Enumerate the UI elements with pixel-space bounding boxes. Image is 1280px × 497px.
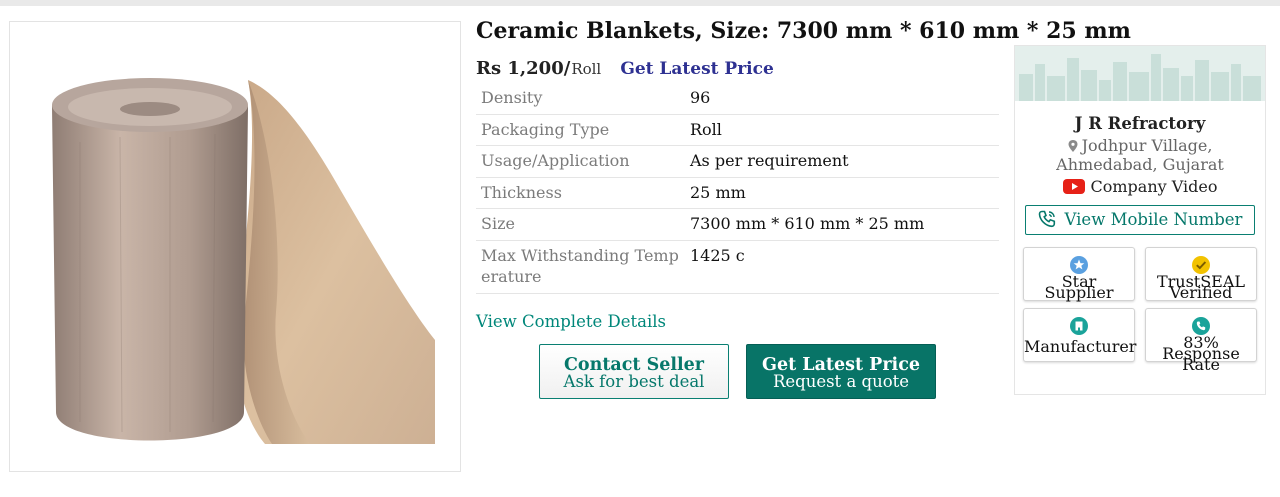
get-latest-price-button[interactable]: Get Latest Price Request a quote [746,344,936,399]
company-location: Jodhpur Village, Ahmedabad, Gujarat [1015,136,1265,174]
table-row: Density 96 [476,83,999,115]
ceramic-blanket-roll-photo [52,78,435,444]
badge-response-rate[interactable]: 83% Response Rate [1145,308,1257,373]
view-mobile-number-button[interactable]: View Mobile Number [1025,205,1255,235]
table-row: Thickness 25 mm [476,177,999,209]
company-video-label: Company Video [1090,177,1218,196]
spec-label-packaging-type: Packaging Type [476,114,685,146]
phone-call-icon [1038,210,1055,228]
spec-label-usage-application: Usage/Application [476,145,685,178]
location-pin-icon [1068,140,1078,152]
table-row: Packaging Type Roll [476,114,999,146]
price-amount: Rs 1,200/ [476,58,571,79]
top-bar [0,0,1280,6]
badge-star-supplier[interactable]: Star Supplier [1023,247,1135,301]
badge-manufacturer[interactable]: Manufacturer [1023,308,1137,362]
spec-value-size: 7300 mm * 610 mm * 25 mm [685,208,999,241]
seller-banner-skyline [1015,46,1265,101]
table-row: Size 7300 mm * 610 mm * 25 mm [476,208,999,241]
view-complete-details-link[interactable]: View Complete Details [476,312,666,331]
spec-label-thickness: Thickness [476,177,685,209]
product-image[interactable] [9,21,461,472]
spec-label-max-withstanding-temperature: Max Withstanding Temp erature [476,240,685,294]
badge-manufacturer-line1: Manufacturer [1024,337,1137,356]
contact-seller-button[interactable]: Contact Seller Ask for best deal [539,344,729,399]
spec-value-packaging-type: Roll [685,114,999,146]
location-line-1: Jodhpur Village, [1081,136,1213,155]
location-line-2: Ahmedabad, Gujarat [1056,155,1224,174]
product-title: Ceramic Blankets, Size: 7300 mm * 610 mm… [476,18,1131,44]
spec-label-density: Density [476,83,685,115]
youtube-icon [1062,179,1085,194]
seller-card: J R Refractory Jodhpur Village, Ahmedaba… [1014,45,1266,395]
spec-value-usage-application: As per requirement [685,145,999,178]
spec-value-thickness: 25 mm [685,177,999,209]
badge-star-line2: Supplier [1044,283,1114,302]
factory-icon [1070,317,1088,335]
spec-label-size: Size [476,208,685,241]
view-mobile-number-label: View Mobile Number [1064,210,1243,229]
get-latest-price-link[interactable]: Get Latest Price [620,59,773,79]
price-unit: Roll [571,60,602,78]
spec-label-part-continued: erature [481,267,542,286]
contact-seller-sublabel: Ask for best deal [563,372,705,391]
spec-value-max-withstanding-temperature: 1425 c [685,240,999,294]
company-name[interactable]: J R Refractory [1015,114,1265,133]
get-latest-price-sublabel: Request a quote [772,372,910,391]
badge-trustseal-verified[interactable]: TrustSEAL Verified [1145,247,1257,301]
table-row: Max Withstanding Temp erature 1425 c [476,240,999,294]
spec-value-density: 96 [685,83,999,115]
company-video-link[interactable]: Company Video [1015,177,1265,196]
table-row: Usage/Application As per requirement [476,145,999,178]
price-row: Rs 1,200/Roll Get Latest Price [476,58,774,79]
specification-table: Density 96 Packaging Type Roll Usage/App… [476,83,999,294]
spec-label-part: Max Withstanding Temp [481,245,679,265]
